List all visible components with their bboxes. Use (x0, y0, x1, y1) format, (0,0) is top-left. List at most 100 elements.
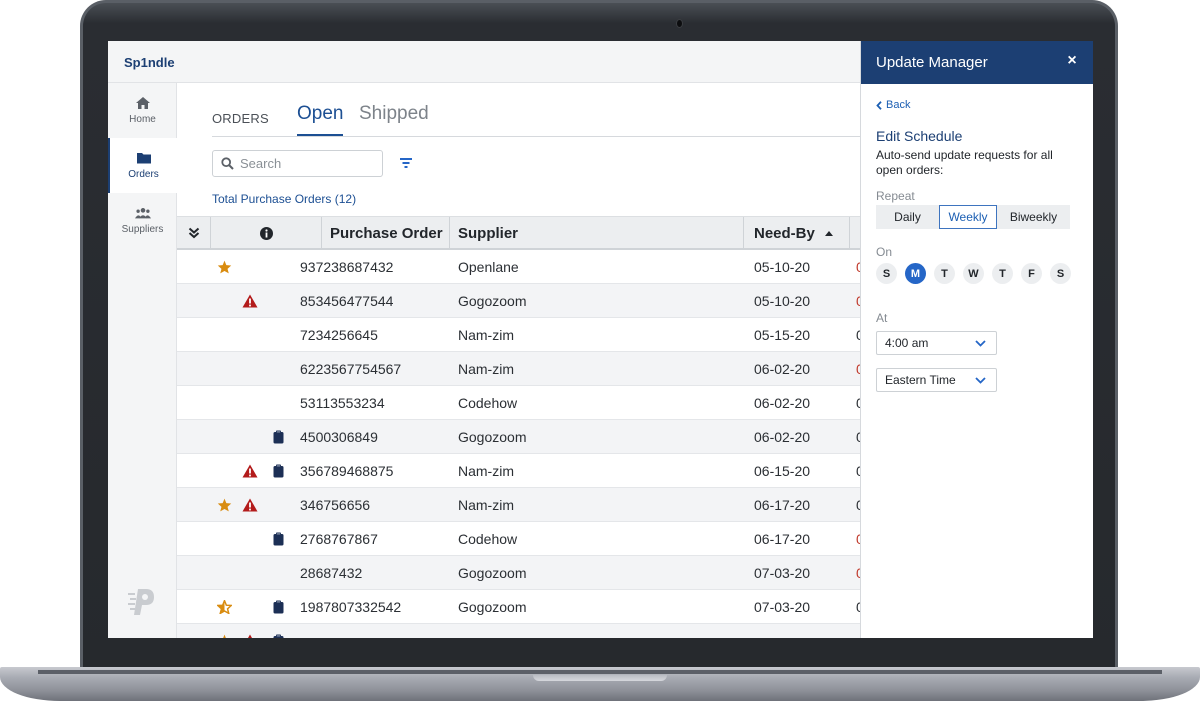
sidebar-item-label: Home (129, 114, 156, 125)
info-icon (259, 226, 273, 240)
table-row[interactable]: 346756656Nam-zim06-17-200 (177, 488, 864, 522)
total-purchase-orders: Total Purchase Orders (12) (212, 192, 357, 206)
tab-shipped[interactable]: Shipped (359, 103, 429, 125)
warning-icon (241, 284, 259, 318)
app-header: Sp1ndle (108, 41, 860, 83)
update-manager-panel: Update Manager × Back Edit Schedule Auto… (860, 41, 1093, 638)
purchase-order-number[interactable]: 1987807332542 (300, 590, 401, 624)
back-label: Back (886, 99, 911, 111)
table-row[interactable]: 53113553234Codehow06-02-200 (177, 386, 864, 420)
repeat-option-weekly[interactable]: Weekly (939, 205, 997, 229)
table-row[interactable]: 937238687432Openlane05-10-200 (177, 250, 864, 284)
purchase-order-number[interactable]: 53113553234 (300, 386, 385, 420)
sidebar-item-suppliers[interactable]: Suppliers (108, 193, 177, 248)
table-header: Purchase Order Supplier Need-By (177, 216, 860, 250)
table-row[interactable]: 356789468875Nam-zim06-15-200 (177, 454, 864, 488)
search-input[interactable] (240, 156, 370, 171)
column-header-supplier[interactable]: Supplier (450, 217, 744, 249)
purchase-order-number[interactable]: 937238687432 (300, 250, 393, 284)
purchase-order-number[interactable]: 356789468875 (300, 454, 393, 488)
warning-icon (241, 454, 259, 488)
supplier-name: Gogozoom (458, 599, 527, 615)
purchase-order-number[interactable]: 853456477544 (300, 284, 393, 318)
sidebar: Home Orders Suppliers (108, 83, 177, 638)
supplier-name: Nam-zim (458, 497, 514, 513)
table-row[interactable]: 2768767867Codehow06-17-200 (177, 522, 864, 556)
filter-icon[interactable] (399, 156, 413, 170)
repeat-label: Repeat (876, 189, 915, 203)
sidebar-item-label: Orders (128, 169, 159, 180)
chevron-left-icon (876, 100, 882, 110)
panel-header: Update Manager × (861, 41, 1093, 84)
table-row[interactable]: 853456477544Gogozoom05-10-200 (177, 284, 864, 318)
time-select-value: 4:00 am (885, 336, 929, 350)
column-header-next[interactable] (850, 217, 860, 249)
table-row[interactable]: 6223567754567Nam-zim06-02-200 (177, 352, 864, 386)
table-body: 937238687432Openlane05-10-20085345647754… (177, 250, 864, 638)
on-label: On (876, 245, 893, 259)
star-icon[interactable] (215, 624, 233, 638)
time-select[interactable]: 4:00 am (876, 331, 997, 355)
table-row[interactable]: 28687432Gogozoom07-03-200 (177, 556, 864, 590)
need-by-date: 06-17-20 (754, 531, 811, 547)
search-icon (221, 157, 234, 170)
need-by-date: 05-15-20 (754, 327, 811, 343)
purchase-order-number[interactable]: 2768767867 (300, 522, 378, 556)
day-tuesday[interactable]: T (934, 263, 955, 284)
purchase-order-number[interactable]: 28687432 (300, 556, 362, 590)
purchase-order-number[interactable]: 7234256645 (300, 318, 378, 352)
star-icon[interactable] (215, 250, 233, 284)
sidebar-item-home[interactable]: Home (108, 83, 177, 138)
clipboard-icon[interactable] (271, 420, 285, 454)
day-friday[interactable]: F (1021, 263, 1042, 284)
clipboard-icon[interactable] (271, 522, 285, 556)
half-star-icon[interactable] (215, 590, 233, 624)
sidebar-item-orders[interactable]: Orders (108, 138, 177, 193)
need-by-date: 06-02-20 (754, 361, 811, 377)
repeat-option-biweekly[interactable]: Biweekly (997, 205, 1070, 229)
warning-icon (241, 624, 259, 638)
purchase-order-number[interactable]: 346756656 (300, 488, 370, 522)
day-wednesday[interactable]: W (963, 263, 984, 284)
day-sunday[interactable]: S (876, 263, 897, 284)
supplier-name: Gogozoom (458, 565, 527, 581)
table-row[interactable]: 4500306849Gogozoom06-02-200 (177, 420, 864, 454)
at-label: At (876, 311, 888, 325)
purchase-order-number[interactable]: 6223567754567 (300, 352, 401, 386)
table-row[interactable]: 7234256645Nam-zim05-15-200 (177, 318, 864, 352)
column-header-purchase-order[interactable]: Purchase Order (322, 217, 450, 249)
table-row[interactable] (177, 624, 860, 638)
day-saturday[interactable]: S (1050, 263, 1071, 284)
search-box (212, 150, 383, 177)
day-monday[interactable]: M (905, 263, 926, 284)
home-icon (135, 97, 150, 109)
day-thursday[interactable]: T (992, 263, 1013, 284)
repeat-segmented-control: Daily Weekly Biweekly (876, 205, 1070, 229)
need-by-date: 07-03-20 (754, 599, 811, 615)
clipboard-icon[interactable] (271, 454, 285, 488)
supplier-name: Codehow (458, 395, 518, 411)
warning-icon (241, 488, 259, 522)
need-by-date: 06-02-20 (754, 429, 811, 445)
repeat-option-daily[interactable]: Daily (876, 205, 939, 229)
star-icon[interactable] (215, 488, 233, 522)
column-header-label: Need-By (754, 224, 815, 242)
timezone-select-value: Eastern Time (885, 373, 956, 387)
status-column-header[interactable] (211, 217, 322, 249)
app-screen: Sp1ndle Home Orders Suppliers ORDERS Ope… (108, 41, 1093, 638)
clipboard-icon[interactable] (271, 624, 285, 638)
table-row[interactable]: 1987807332542Gogozoom07-03-200 (177, 590, 864, 624)
clipboard-icon[interactable] (271, 590, 285, 624)
supplier-name: Nam-zim (458, 327, 514, 343)
brand-logo-text[interactable]: Sp1ndle (124, 55, 175, 70)
purchase-order-number[interactable]: 4500306849 (300, 420, 378, 454)
supplier-name: Gogozoom (458, 429, 527, 445)
orders-table: Purchase Order Supplier Need-By 93723868… (177, 216, 864, 638)
back-link[interactable]: Back (876, 99, 910, 111)
close-icon[interactable]: × (1065, 53, 1079, 69)
webcam (676, 19, 683, 28)
expand-all-button[interactable] (177, 217, 211, 249)
column-header-need-by[interactable]: Need-By (744, 217, 850, 249)
timezone-select[interactable]: Eastern Time (876, 368, 997, 392)
tab-open[interactable]: Open (297, 103, 344, 136)
